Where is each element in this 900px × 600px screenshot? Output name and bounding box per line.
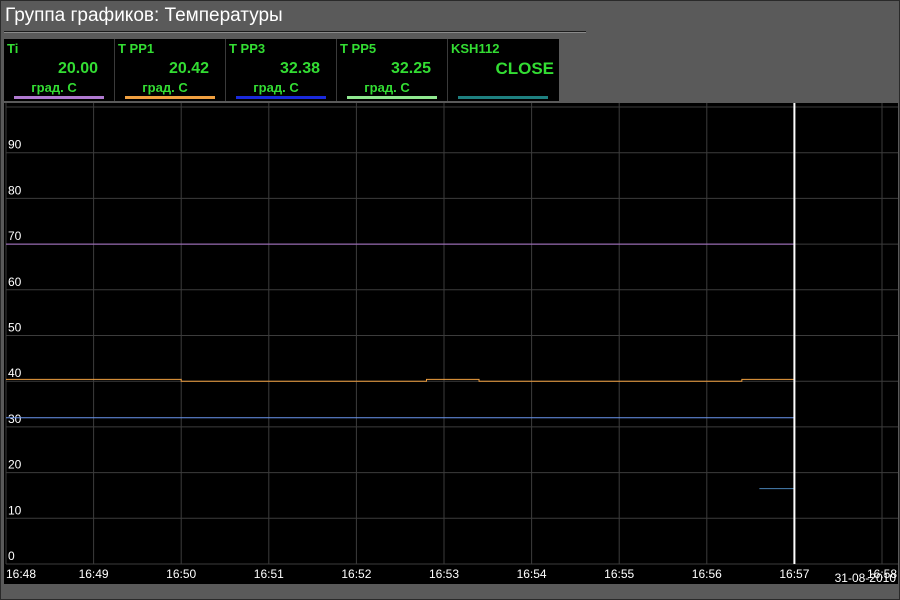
x-tick-label: 16:48 (6, 567, 36, 581)
tag-panel: Ti 20.00 град. С T PP1 20.42 град. С T P… (4, 39, 559, 101)
tag-name: KSH112 (451, 41, 500, 56)
tag-unit: град. С (31, 80, 77, 95)
y-tick-label: 40 (8, 366, 22, 380)
window-title: Группа графиков: Температуры (5, 5, 283, 26)
x-tick-label: 16:57 (779, 567, 809, 581)
tag-value: 32.25 (390, 60, 431, 77)
x-tick-label: 16:49 (79, 567, 109, 581)
tag-card-t-pp1[interactable]: T PP1 20.42 град. С (115, 39, 225, 101)
x-tick-label: 16:54 (517, 567, 547, 581)
tag-unit: град. С (142, 80, 188, 95)
y-tick-label: 80 (8, 183, 22, 197)
trend-plot-area[interactable]: 0 10 20 30 40 50 60 70 80 90 100 % 16:48 16:49 16:50 1… (4, 103, 898, 584)
tag-card-t-pp3[interactable]: T PP3 32.38 град. С (226, 39, 336, 101)
tag-state-value: CLOSE (495, 59, 554, 78)
tag-color-swatch (14, 96, 104, 99)
tag-name: T PP1 (118, 41, 155, 56)
tag-card-ti[interactable]: Ti 20.00 град. С (4, 39, 114, 101)
tag-name: T PP3 (229, 41, 266, 56)
tag-color-swatch (347, 96, 437, 99)
tag-color-swatch (125, 96, 215, 99)
tag-card-ksh112[interactable]: KSH112 CLOSE (448, 39, 558, 101)
y-tick-label: 70 (8, 229, 22, 243)
tag-unit: град. С (253, 80, 299, 95)
y-tick-label: 90 (8, 138, 22, 152)
x-tick-label: 16:50 (166, 567, 196, 581)
y-tick-label: 30 (8, 412, 22, 426)
status-strip (4, 584, 898, 598)
tag-name: Ti (7, 41, 19, 56)
tag-name: T PP5 (340, 41, 377, 56)
x-tick-label: 16:55 (604, 567, 634, 581)
x-tick-label: 16:53 (429, 567, 459, 581)
trend-window: Группа графиков: Температуры Ti 20.00 гр… (0, 0, 900, 600)
tag-color-swatch (236, 96, 326, 99)
y-tick-label: 20 (8, 458, 22, 472)
tag-color-swatch (458, 96, 548, 99)
y-tick-label: 0 (8, 549, 15, 563)
date-label: 31-08-2010 (835, 571, 897, 584)
y-tick-label: 100 % (8, 103, 42, 106)
x-tick-label: 16:56 (692, 567, 722, 581)
tag-card-t-pp5[interactable]: T PP5 32.25 град. С (337, 39, 447, 101)
trend-chart: 0 10 20 30 40 50 60 70 80 90 100 % 16:48 16:49 16:50 1… (5, 103, 898, 584)
y-tick-label: 10 (8, 503, 22, 517)
x-tick-label: 16:51 (254, 567, 284, 581)
tag-unit: град. С (364, 80, 410, 95)
tag-value: 20.00 (57, 60, 98, 77)
tag-value: 32.38 (279, 60, 320, 77)
x-tick-label: 16:52 (341, 567, 371, 581)
title-divider (4, 31, 586, 33)
tag-value: 20.42 (168, 60, 209, 77)
y-tick-label: 50 (8, 321, 22, 335)
y-tick-label: 60 (8, 275, 22, 289)
